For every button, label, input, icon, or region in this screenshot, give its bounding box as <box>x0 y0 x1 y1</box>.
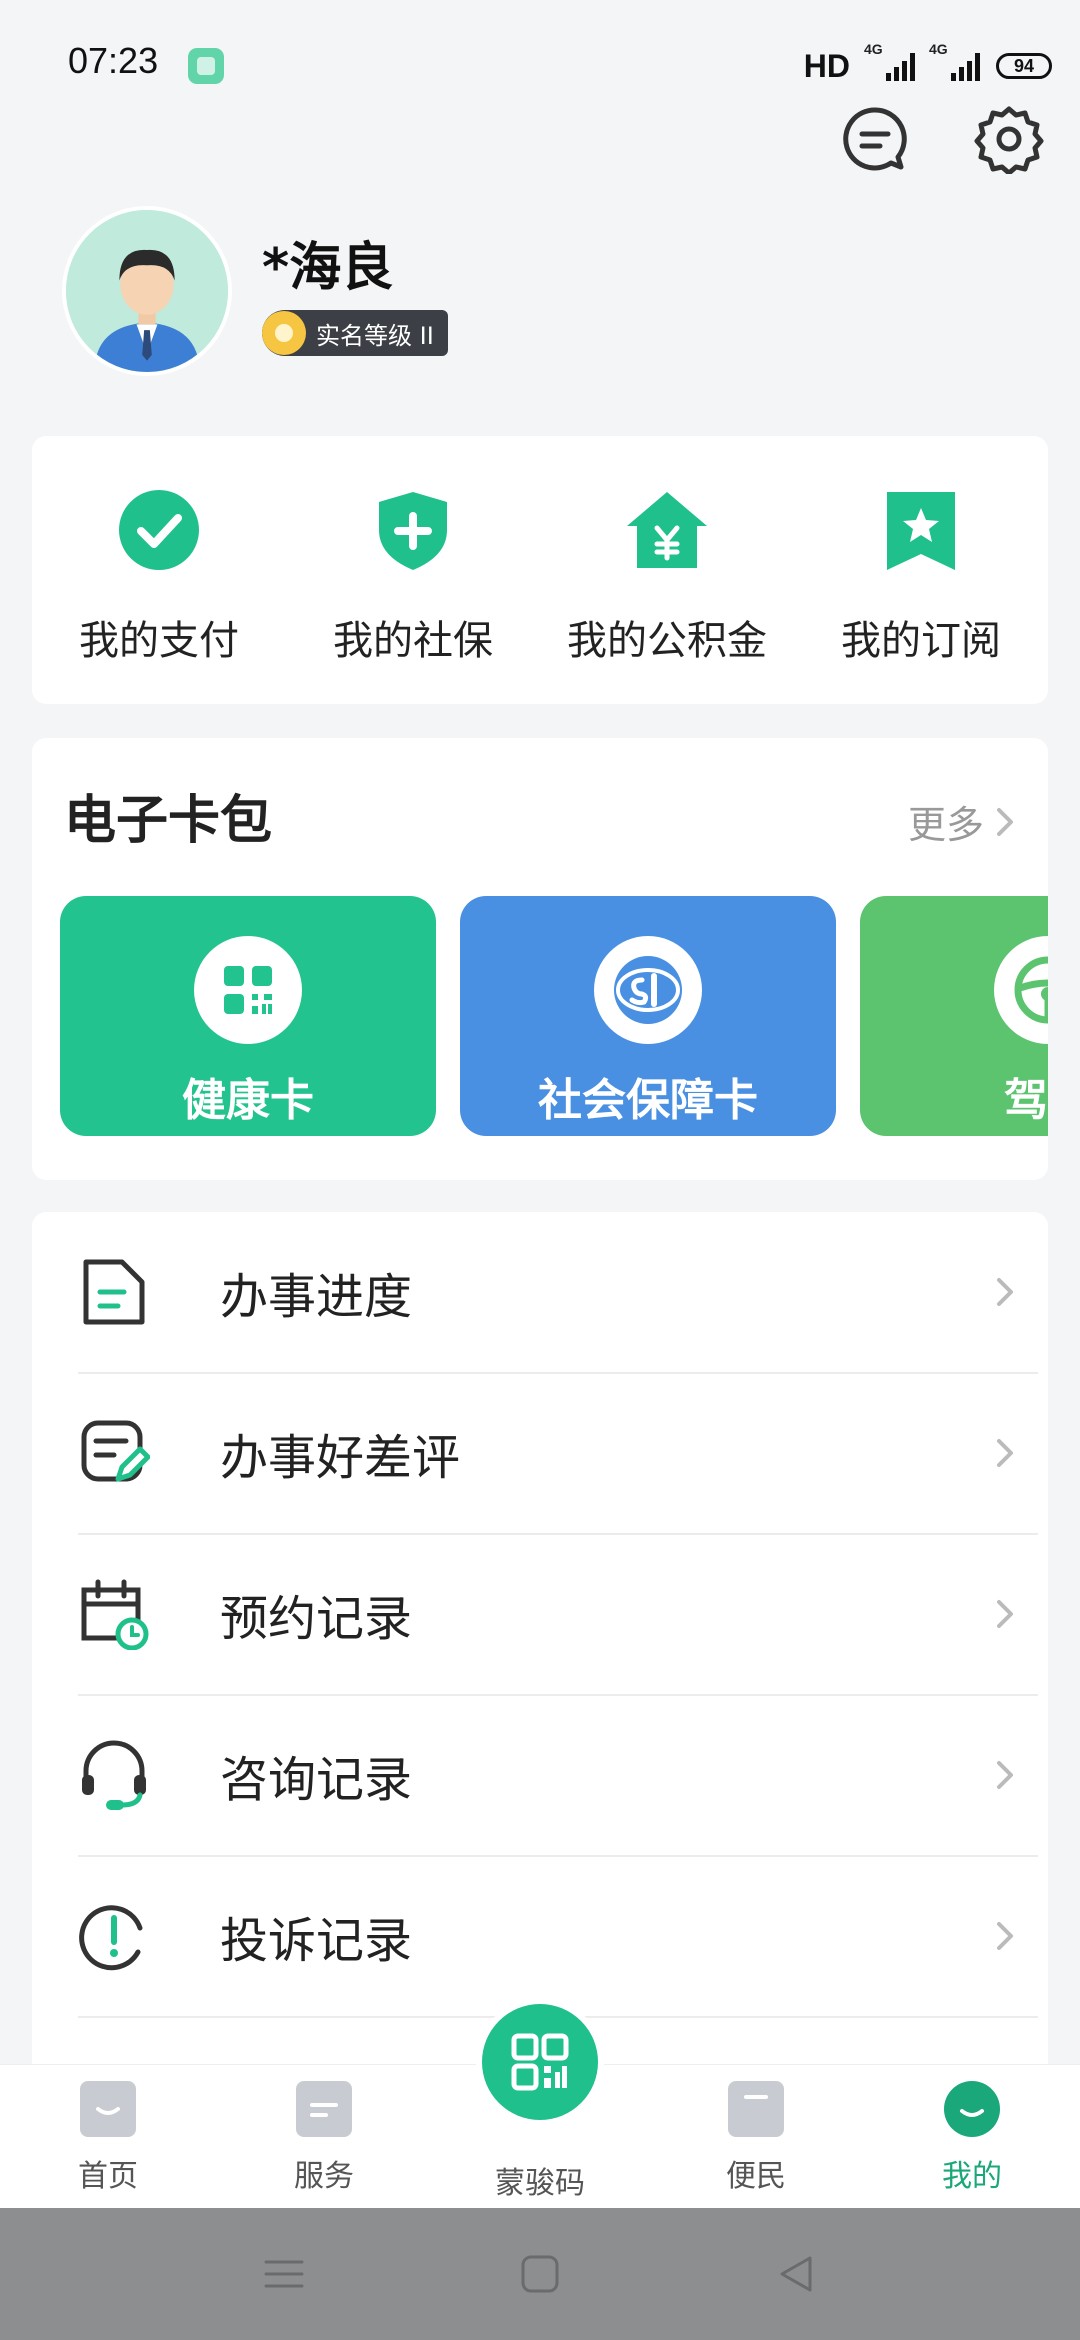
chevron-right-icon <box>997 807 1013 836</box>
menu-item-appointments[interactable]: 预约记录 <box>78 1534 1038 1694</box>
document-progress-icon <box>83 1259 145 1325</box>
quick-actions-card: 我的支付 我的社保 我的公积金 我的订阅 <box>32 436 1048 704</box>
tab-label: 我的 <box>942 2159 1002 2194</box>
services-icon <box>296 2081 352 2137</box>
back-icon[interactable] <box>774 2252 818 2296</box>
check-circle-icon <box>119 490 199 570</box>
message-icon[interactable] <box>840 104 910 174</box>
quick-action-social-insurance[interactable]: 我的社保 <box>286 436 540 704</box>
verify-level-label: 实名等级 II <box>316 321 434 350</box>
hd-indicator: HD <box>803 47 850 84</box>
wallet-card-driving[interactable]: 驾驶 <box>860 896 1048 1136</box>
status-indicators: HD 4G 4G 94 <box>803 41 1052 88</box>
user-badge-icon <box>262 311 306 355</box>
wallet-card-label: 社会保障卡 <box>538 1075 758 1126</box>
chevron-right-icon <box>997 1600 1013 1628</box>
menu-item-label: 投诉记录 <box>220 1913 413 1969</box>
chevron-right-icon <box>997 1922 1013 1950</box>
menu-item-progress[interactable]: 办事进度 <box>78 1212 1038 1372</box>
avatar[interactable] <box>62 206 232 376</box>
gear-icon[interactable] <box>974 104 1044 174</box>
quick-action-label: 我的公积金 <box>567 618 767 664</box>
menu-item-consultations[interactable]: 咨询记录 <box>78 1695 1038 1855</box>
headset-icon <box>82 1740 146 1810</box>
qr-code-icon <box>511 2033 569 2091</box>
steering-wheel-icon <box>994 936 1048 1044</box>
wallet-title: 电子卡包 <box>64 791 273 851</box>
menu-item-complaints[interactable]: 投诉记录 <box>78 1856 1038 2016</box>
chevron-right-icon <box>997 1278 1013 1306</box>
tab-label: 服务 <box>294 2159 354 2194</box>
tab-convenience[interactable]: 便民 <box>648 2065 864 2209</box>
shield-plus-icon <box>379 492 447 570</box>
quick-action-payment[interactable]: 我的支付 <box>32 436 286 704</box>
app-notification-icon <box>188 48 224 84</box>
menu-item-review[interactable]: 办事好差评 <box>78 1373 1038 1533</box>
bookmark-icon <box>728 2081 784 2137</box>
menu-item-label: 预约记录 <box>220 1591 413 1647</box>
tab-label: 首页 <box>78 2159 138 2194</box>
card-wallet-section: 电子卡包 更多 健康卡 社会保障卡 驾 <box>32 738 1048 1180</box>
tab-mine[interactable]: 我的 <box>864 2065 1080 2209</box>
quick-action-label: 我的订阅 <box>841 618 1001 664</box>
tab-services[interactable]: 服务 <box>216 2065 432 2209</box>
status-time: 07:23 <box>68 40 159 81</box>
network-type-label: 4G <box>864 41 883 57</box>
tab-label: 便民 <box>726 2159 786 2194</box>
menu-item-label: 办事进度 <box>220 1269 413 1325</box>
home-icon <box>80 2081 136 2137</box>
network-type-label: 4G <box>929 41 948 57</box>
review-edit-icon <box>81 1420 150 1482</box>
qr-code-icon <box>194 936 302 1044</box>
tab-label: 蒙骏码 <box>495 2166 585 2201</box>
quick-action-subscription[interactable]: 我的订阅 <box>794 436 1048 704</box>
wallet-card-social-security[interactable]: 社会保障卡 <box>460 896 836 1136</box>
bookmark-star-icon <box>887 492 955 570</box>
menu-item-label: 办事好差评 <box>220 1430 461 1486</box>
tab-home[interactable]: 首页 <box>0 2065 216 2209</box>
wallet-card-carousel[interactable]: 健康卡 社会保障卡 驾驶 <box>60 896 1048 1136</box>
mine-icon <box>944 2081 1000 2137</box>
header-actions <box>840 104 1044 174</box>
wallet-more-link[interactable]: 更多 <box>908 794 1016 849</box>
wallet-card-label: 健康卡 <box>182 1075 314 1126</box>
menu-item-label: 咨询记录 <box>220 1752 413 1808</box>
tab-health-code-button[interactable] <box>482 2004 598 2120</box>
quick-action-label: 我的支付 <box>79 618 239 664</box>
system-navigation-bar <box>0 2208 1080 2340</box>
menu-icon[interactable] <box>262 2252 306 2296</box>
more-label: 更多 <box>907 803 984 847</box>
wallet-card-health[interactable]: 健康卡 <box>60 896 436 1136</box>
quick-action-label: 我的社保 <box>333 618 493 664</box>
user-name: *海良 <box>262 238 394 298</box>
quick-action-housing-fund[interactable]: 我的公积金 <box>540 436 794 704</box>
house-yen-icon <box>627 492 707 568</box>
chevron-right-icon <box>997 1439 1013 1467</box>
signal-icon: 4G <box>929 41 980 81</box>
wallet-card-label: 驾驶 <box>1004 1075 1048 1126</box>
battery-level: 94 <box>1013 55 1035 76</box>
social-security-icon <box>594 936 702 1044</box>
records-menu: 办事进度 办事好差评 预约记录 咨询记录 投诉记录 <box>32 1212 1048 2112</box>
home-square-icon[interactable] <box>518 2252 562 2296</box>
battery-icon: 94 <box>996 53 1052 79</box>
chevron-right-icon <box>997 1761 1013 1789</box>
verification-badge[interactable]: 实名等级 II <box>262 310 448 356</box>
signal-icon: 4G <box>864 41 915 81</box>
calendar-clock-icon <box>81 1579 149 1650</box>
alert-circle-icon <box>79 1905 143 1971</box>
